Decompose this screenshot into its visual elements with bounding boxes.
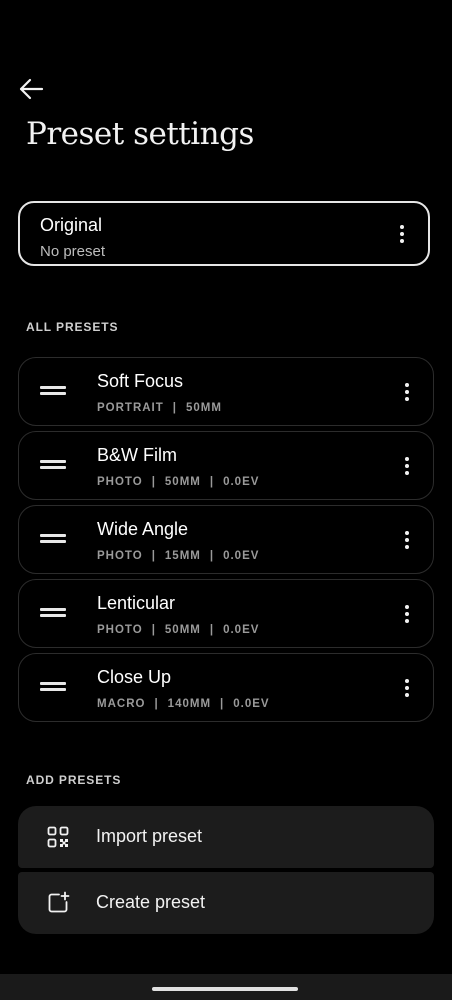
more-vertical-icon[interactable] bbox=[397, 452, 417, 480]
preset-meta-focal: 50MM bbox=[164, 476, 201, 488]
more-vertical-icon[interactable] bbox=[397, 600, 417, 628]
create-preset-button[interactable]: Create preset bbox=[18, 872, 434, 934]
add-box-icon bbox=[48, 891, 70, 913]
meta-separator: | bbox=[151, 550, 156, 562]
preset-item-wide-angle[interactable]: Wide Angle PHOTO | 15MM | 0.0EV bbox=[18, 505, 434, 574]
preset-meta-ev: 0.0EV bbox=[223, 550, 260, 562]
more-vertical-icon[interactable] bbox=[397, 674, 417, 702]
meta-separator: | bbox=[220, 698, 225, 710]
preset-meta-mode: PHOTO bbox=[97, 476, 143, 488]
qr-code-icon bbox=[47, 826, 69, 848]
preset-meta-focal: 140MM bbox=[167, 698, 212, 710]
preset-name: Lenticular bbox=[97, 593, 176, 613]
preset-item-bw-film[interactable]: B&W Film PHOTO | 50MM | 0.0EV bbox=[18, 431, 434, 500]
system-navigation-bar bbox=[0, 974, 452, 1000]
more-vertical-icon[interactable] bbox=[392, 220, 412, 248]
preset-meta-focal: 50MM bbox=[186, 402, 222, 414]
meta-separator: | bbox=[151, 624, 156, 636]
meta-separator: | bbox=[209, 624, 215, 636]
page-title: Preset settings bbox=[26, 116, 254, 152]
preset-meta-focal: 15MM bbox=[164, 550, 201, 562]
preset-name: B&W Film bbox=[97, 445, 177, 465]
preset-meta-focal: 50MM bbox=[164, 624, 201, 636]
drag-handle-icon[interactable] bbox=[40, 460, 66, 469]
drag-handle-icon[interactable] bbox=[40, 386, 66, 395]
more-vertical-icon[interactable] bbox=[397, 526, 417, 554]
preset-meta-ev: 0.0EV bbox=[223, 624, 260, 636]
more-vertical-icon[interactable] bbox=[397, 378, 417, 406]
preset-item-soft-focus[interactable]: Soft Focus PORTRAIT | 50MM bbox=[18, 357, 434, 426]
preset-meta: PHOTO | 50MM | 0.0EV bbox=[97, 476, 259, 488]
import-preset-button[interactable]: Import preset bbox=[18, 806, 434, 868]
meta-separator: | bbox=[209, 476, 215, 488]
preset-name: Soft Focus bbox=[97, 371, 184, 391]
preset-item-close-up[interactable]: Close Up MACRO | 140MM | 0.0EV bbox=[18, 653, 434, 722]
drag-handle-icon[interactable] bbox=[40, 682, 66, 691]
arrow-left-icon bbox=[19, 78, 44, 100]
preset-meta: PORTRAIT | 50MM bbox=[97, 402, 222, 414]
back-button[interactable] bbox=[14, 72, 48, 106]
original-preset-subtitle: No preset bbox=[40, 243, 106, 260]
original-preset-card[interactable]: Original No preset bbox=[18, 201, 430, 266]
meta-separator: | bbox=[209, 550, 215, 562]
preset-meta-ev: 0.0EV bbox=[233, 698, 270, 710]
preset-meta-ev: 0.0EV bbox=[223, 476, 260, 488]
preset-meta: MACRO | 140MM | 0.0EV bbox=[97, 698, 270, 710]
preset-meta-mode: PHOTO bbox=[97, 624, 143, 636]
all-presets-heading: ALL PRESETS bbox=[26, 320, 119, 334]
preset-name: Wide Angle bbox=[97, 519, 189, 539]
preset-meta-mode: PORTRAIT bbox=[97, 402, 164, 414]
preset-list: Soft Focus PORTRAIT | 50MM B&W Film PHOTO |… bbox=[18, 357, 434, 727]
meta-separator: | bbox=[154, 698, 159, 710]
preset-meta: PHOTO | 15MM | 0.0EV bbox=[97, 550, 259, 562]
meta-separator: | bbox=[172, 402, 177, 414]
meta-separator: | bbox=[151, 476, 156, 488]
create-preset-label: Create preset bbox=[96, 892, 206, 912]
preset-meta-mode: PHOTO bbox=[97, 550, 143, 562]
home-gesture-handle[interactable] bbox=[152, 987, 298, 991]
drag-handle-icon[interactable] bbox=[40, 534, 66, 543]
drag-handle-icon[interactable] bbox=[40, 608, 66, 617]
preset-meta-mode: MACRO bbox=[97, 698, 146, 710]
preset-item-lenticular[interactable]: Lenticular PHOTO | 50MM | 0.0EV bbox=[18, 579, 434, 648]
preset-name: Close Up bbox=[97, 667, 172, 687]
original-preset-title: Original bbox=[40, 215, 103, 235]
add-presets-heading: ADD PRESETS bbox=[26, 773, 122, 787]
import-preset-label: Import preset bbox=[96, 826, 203, 846]
preset-meta: PHOTO | 50MM | 0.0EV bbox=[97, 624, 259, 636]
